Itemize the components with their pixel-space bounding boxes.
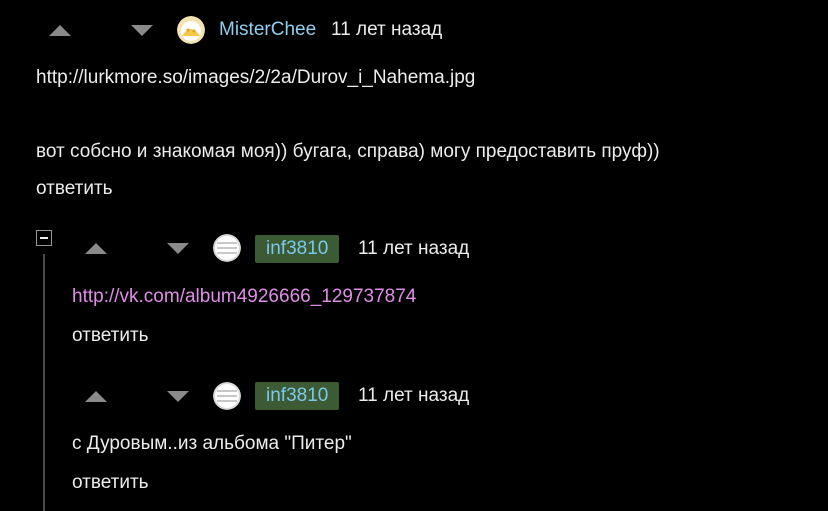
thread-line[interactable] [43, 254, 45, 511]
downvote-icon[interactable] [131, 25, 153, 36]
comment-timestamp: 11 лет назад [358, 238, 470, 259]
comment-timestamp: 11 лет назад [358, 385, 470, 406]
avatar[interactable] [213, 382, 241, 410]
reply-button[interactable]: ответить [36, 178, 113, 200]
downvote-icon[interactable] [167, 243, 189, 254]
comments-section: MisterChee 11 лет назад http://lurkmore.… [0, 0, 828, 511]
comment-username[interactable]: MisterChee [219, 19, 316, 41]
comment-text-line: вот собсно и знакомая моя)) бугага, спра… [36, 141, 660, 162]
downvote-icon[interactable] [167, 391, 189, 402]
upvote-icon[interactable] [85, 243, 107, 254]
upvote-icon[interactable] [49, 25, 71, 36]
avatar[interactable] [213, 234, 241, 262]
upvote-icon[interactable] [85, 391, 107, 402]
reply-button[interactable]: ответить [72, 472, 149, 494]
collapse-icon[interactable] [36, 230, 52, 246]
comment-text-line: http://lurkmore.so/images/2/2a/Durov_i_N… [36, 67, 476, 88]
comment-text: с Дуровым..из альбома "Питер" [72, 433, 352, 454]
avatar[interactable] [177, 16, 205, 44]
comment-timestamp: 11 лет назад [331, 19, 443, 40]
comment-username[interactable]: inf3810 [255, 235, 340, 263]
reply-button[interactable]: ответить [72, 325, 149, 347]
comment-link[interactable]: http://vk.com/album4926666_129737874 [72, 286, 416, 308]
comment-username[interactable]: inf3810 [255, 382, 340, 410]
